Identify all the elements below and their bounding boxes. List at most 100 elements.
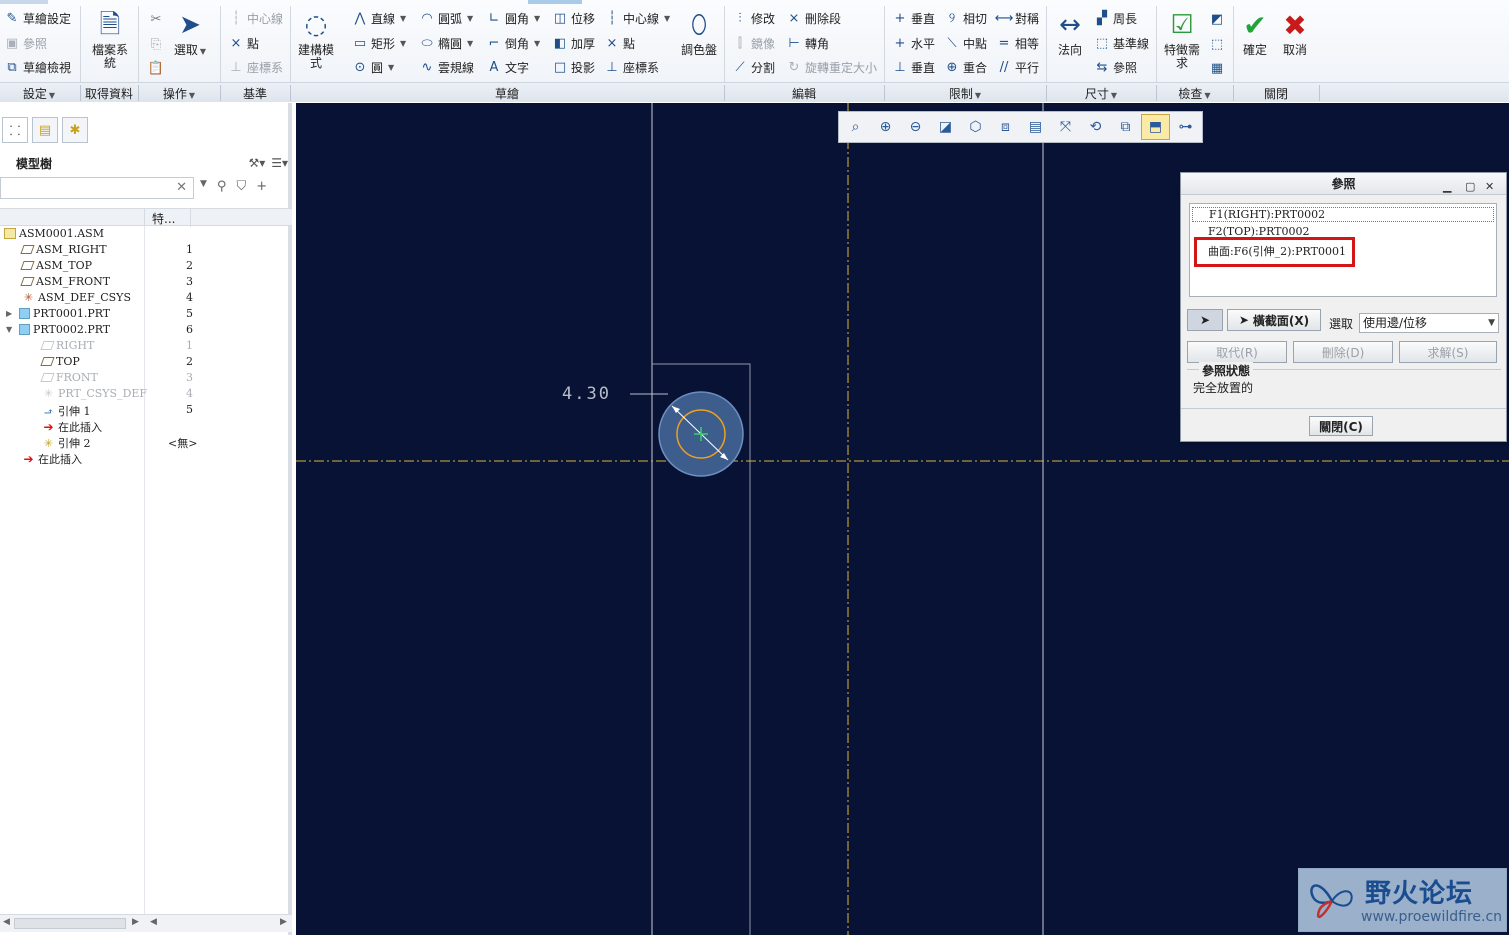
- feature-column-header[interactable]: 特...: [152, 210, 175, 227]
- scroll-right-icon[interactable]: ▶: [280, 917, 287, 927]
- tangent-constraint-button[interactable]: ୨ 相切: [944, 7, 987, 29]
- vertical-constraint-button[interactable]: + 垂直: [892, 7, 935, 29]
- ok-button[interactable]: ✔ 確定: [1238, 8, 1272, 57]
- maximize-icon[interactable]: ▢: [1465, 176, 1475, 198]
- spin-center-icon[interactable]: ⟲: [1081, 114, 1110, 140]
- symmetric-constraint-button[interactable]: ⟷ 對稱: [995, 7, 1039, 29]
- close-button[interactable]: 關閉(C): [1309, 416, 1373, 436]
- scroll-left-icon[interactable]: ◀: [3, 917, 10, 927]
- tree-row[interactable]: ▶ PRT0001.PRT 5: [0, 306, 292, 322]
- perimeter-button[interactable]: ▞ 周長: [1094, 7, 1137, 29]
- shade-closed-loops-icon[interactable]: ▦: [1209, 60, 1225, 76]
- collapse-icon[interactable]: ▼: [6, 325, 16, 334]
- perpendicular-constraint-button[interactable]: ⊥ 垂直: [892, 56, 935, 78]
- spline-button[interactable]: ∿ 雲規線: [419, 56, 474, 78]
- text-button[interactable]: A 文字: [486, 56, 529, 78]
- expand-icon[interactable]: ▶: [6, 309, 16, 318]
- binoculars-icon[interactable]: ⚲: [217, 179, 227, 194]
- copy-icon[interactable]: ⎘: [148, 36, 164, 52]
- mirror-button[interactable]: ⫿ 鏡像: [732, 32, 775, 54]
- tree-horizontal-scrollbar[interactable]: ◀ ▶ ◀ ▶: [0, 914, 292, 932]
- cut-icon[interactable]: ✂: [148, 11, 164, 27]
- settings-icon[interactable]: ⚒▾: [248, 156, 265, 170]
- group-constrain[interactable]: 限制 ▼: [884, 85, 1046, 102]
- highlight-open-ends-icon[interactable]: ⬚: [1209, 36, 1225, 52]
- view-manager-icon[interactable]: ▤: [1021, 114, 1050, 140]
- reference-item[interactable]: F1(RIGHT):PRT0002: [1192, 207, 1494, 222]
- chamfer-button[interactable]: ⌐ 倒角 ▼: [486, 32, 541, 54]
- model-tree-tab[interactable]: ⸬: [2, 117, 28, 143]
- midpoint-constraint-button[interactable]: ⟍ 中點: [944, 32, 987, 54]
- sketch-csys-button[interactable]: ⊥ 座標系: [604, 56, 659, 78]
- group-operations[interactable]: 操作 ▼: [138, 85, 220, 102]
- diameter-dimension-text[interactable]: 4.30: [562, 384, 611, 404]
- constraint-display-icon[interactable]: ⊶: [1171, 114, 1200, 140]
- reference-dimension-button[interactable]: ⇆ 參照: [1094, 56, 1137, 78]
- file-system-button[interactable]: 🗎 檔案系統: [88, 8, 132, 70]
- tree-row[interactable]: TOP 2: [0, 354, 292, 370]
- datum-point-button[interactable]: × 點: [228, 32, 259, 54]
- clear-icon[interactable]: ✕: [176, 180, 187, 195]
- paste-icon[interactable]: 📋: [148, 60, 164, 76]
- scroll-right-icon[interactable]: ▶: [132, 917, 139, 927]
- replace-button[interactable]: 取代(R): [1187, 341, 1287, 363]
- favorites-tab[interactable]: ✱: [62, 117, 88, 143]
- tree-row[interactable]: ASM_RIGHT 1: [0, 242, 292, 258]
- tree-row-insert-here[interactable]: ➔ 在此插入: [0, 450, 292, 466]
- tree-row[interactable]: ASM_TOP 2: [0, 258, 292, 274]
- arc-button[interactable]: ◠ 圓弧 ▼: [419, 7, 473, 29]
- filter-icon[interactable]: ⛉: [236, 179, 246, 194]
- pick-reference-button[interactable]: ➤: [1187, 309, 1223, 331]
- show-icon[interactable]: ☰▾: [271, 156, 288, 170]
- sketch-view-button[interactable]: ⧉ 草繪檢視: [4, 56, 71, 78]
- feature-requirements-button[interactable]: ☑ 特徵需求: [1160, 8, 1204, 70]
- datum-csys-button[interactable]: ⊥ 座標系: [228, 56, 283, 78]
- palette-button[interactable]: ⬯ 調色盤: [678, 8, 720, 57]
- zoom-in-icon[interactable]: ⊕: [871, 114, 900, 140]
- references-button[interactable]: ▣ 參照: [4, 32, 47, 54]
- coincident-constraint-button[interactable]: ⊕ 重合: [944, 56, 987, 78]
- horizontal-constraint-button[interactable]: + 水平: [892, 32, 935, 54]
- fillet-button[interactable]: ∟ 圓角 ▼: [486, 7, 541, 29]
- tree-row-asm[interactable]: ASM0001.ASM: [0, 226, 292, 242]
- cancel-button[interactable]: ✖ 取消: [1278, 8, 1312, 57]
- modify-button[interactable]: ⫶ 修改: [732, 7, 775, 29]
- line-button[interactable]: ⋀ 直線 ▼: [352, 7, 407, 29]
- tree-row[interactable]: ✳ PRT_CSYS_DEF 4: [0, 386, 292, 402]
- tree-row[interactable]: FRONT 3: [0, 370, 292, 386]
- tree-row[interactable]: ⬏ 引伸 1 5: [0, 402, 292, 418]
- tree-row[interactable]: ▼ PRT0002.PRT 6: [0, 322, 292, 338]
- project-button[interactable]: □ 投影: [552, 56, 595, 78]
- dialog-title[interactable]: 參照 ▁ ▢ ✕: [1181, 173, 1506, 195]
- close-icon[interactable]: ✕: [1485, 176, 1494, 198]
- tree-row[interactable]: ✳ ASM_DEF_CSYS 4: [0, 290, 292, 306]
- delete-button[interactable]: 刪除(D): [1293, 341, 1393, 363]
- scroll-thumb[interactable]: [14, 918, 126, 929]
- sketch-point-button[interactable]: × 點: [604, 32, 635, 54]
- construction-mode-button[interactable]: ◌ 建構模式: [296, 8, 336, 70]
- divide-button[interactable]: ⟋ 分割: [732, 56, 775, 78]
- parallel-constraint-button[interactable]: // 平行: [996, 56, 1039, 78]
- minimize-icon[interactable]: ▁: [1443, 176, 1451, 198]
- rectangle-button[interactable]: ▭ 矩形 ▼: [352, 32, 406, 54]
- rotate-resize-button[interactable]: ↻ 旋轉重定大小: [786, 56, 877, 78]
- sketch-centerline-button[interactable]: ┆ 中心線 ▼: [604, 7, 670, 29]
- dropdown-icon[interactable]: ▼: [200, 179, 207, 194]
- offset-button[interactable]: ◫ 位移: [552, 7, 595, 29]
- sketch-setup-button[interactable]: ✎ 草繪設定: [4, 7, 71, 29]
- sketcher-display-icon[interactable]: ⬒: [1141, 114, 1170, 140]
- folder-browser-tab[interactable]: ▤: [32, 117, 58, 143]
- circle-button[interactable]: ⊙ 圓 ▼: [352, 56, 395, 78]
- tree-row[interactable]: ✳ 引伸 2 <無>: [0, 434, 292, 451]
- tree-row[interactable]: RIGHT 1: [0, 338, 292, 354]
- equal-constraint-button[interactable]: = 相等: [996, 32, 1039, 54]
- baseline-button[interactable]: ⬚ 基準線: [1094, 32, 1149, 54]
- repaint-icon[interactable]: ◪: [931, 114, 960, 140]
- scroll-left-icon[interactable]: ◀: [150, 917, 157, 927]
- group-inspect[interactable]: 檢查 ▼: [1156, 85, 1233, 102]
- overlapping-geometry-icon[interactable]: ◩: [1209, 11, 1225, 27]
- tree-row-insert-here[interactable]: ➔ 在此插入: [0, 418, 292, 434]
- ellipse-button[interactable]: ⬭ 橢圓 ▼: [419, 32, 473, 54]
- solve-button[interactable]: 求解(S): [1399, 341, 1497, 363]
- normal-dimension-button[interactable]: ↔ 法向: [1052, 8, 1088, 57]
